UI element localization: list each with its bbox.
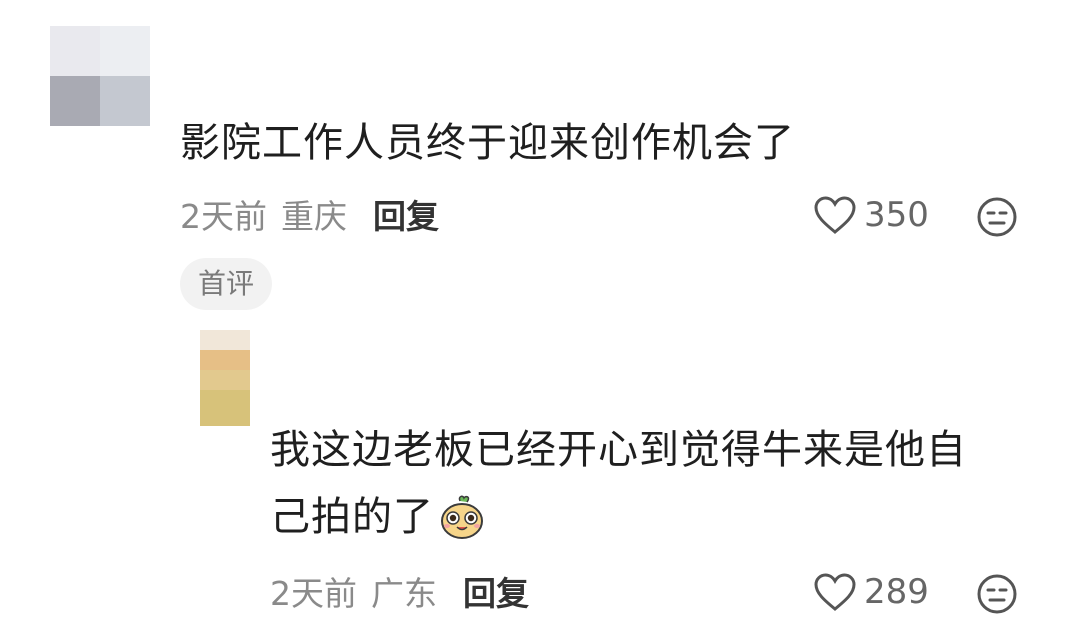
like-button[interactable]: 350: [812, 194, 929, 236]
avatar[interactable]: [200, 330, 250, 426]
heart-outline-icon: [814, 196, 856, 234]
avatar-pixel: [100, 26, 150, 76]
comment-meta: 2天前 重庆 回复: [180, 197, 439, 237]
avatar-pixel: [200, 350, 250, 370]
avatar-pixel: [200, 330, 250, 350]
comment-text: 影院工作人员终于迎来创作机会了: [180, 120, 795, 166]
comment-text-line-2: 己拍的了: [270, 494, 434, 540]
comment-text-line-1: 我这边老板已经开心到觉得牛来是他自: [270, 427, 967, 473]
comment-time: 2天前: [180, 197, 267, 236]
comment-text-line-2-row: 己拍的了: [270, 490, 486, 544]
like-button[interactable]: 289: [812, 571, 929, 613]
comment-location: 重庆: [281, 197, 347, 236]
first-comment-badge: 首评: [180, 258, 273, 310]
reply-button[interactable]: 回复: [463, 574, 529, 614]
avatar-pixel: [100, 76, 150, 126]
comment-time: 2天前: [270, 574, 357, 613]
comment-location: 广东: [371, 574, 437, 613]
neutral-face-icon[interactable]: [976, 196, 1018, 238]
avatar-pixel: [200, 390, 250, 426]
neutral-face-icon[interactable]: [976, 573, 1018, 615]
comment-meta: 2天前 广东 回复: [270, 574, 529, 614]
cute-creature-emoji: [441, 495, 483, 539]
reply-button[interactable]: 回复: [373, 197, 439, 237]
avatar[interactable]: [50, 26, 150, 126]
avatar-pixel: [200, 370, 250, 390]
avatar-pixel: [50, 26, 100, 76]
like-count: 289: [864, 572, 929, 612]
heart-outline-icon: [814, 573, 856, 611]
avatar-pixel: [50, 76, 100, 126]
like-count: 350: [864, 195, 929, 235]
